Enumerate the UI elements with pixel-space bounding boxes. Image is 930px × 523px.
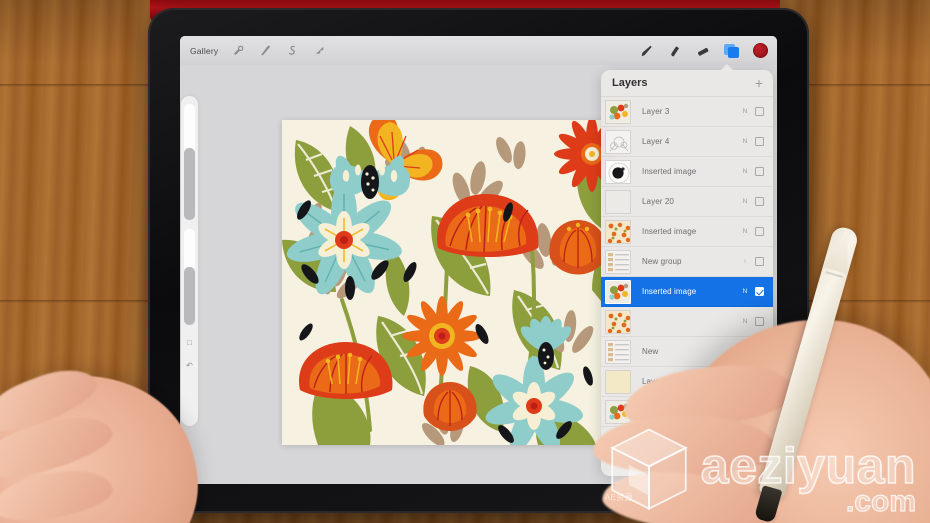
layer-visibility-checkbox[interactable]: [755, 257, 764, 266]
page-title: Layers: [612, 77, 648, 89]
panel-caret: [720, 64, 734, 71]
layer-row[interactable]: Inserted image N: [601, 217, 773, 247]
brush-icon[interactable]: [640, 44, 654, 58]
desk-scene: Gallery □ ↶ Layers + Layer 3 N Layer 4 N…: [0, 0, 930, 523]
blend-mode-label[interactable]: N: [738, 198, 752, 205]
layer-name: Layer 3: [642, 107, 670, 116]
layer-thumbnail[interactable]: [605, 129, 631, 154]
layer-thumbnail[interactable]: [605, 279, 631, 304]
layer-row[interactable]: Layer 4 N: [601, 127, 773, 157]
layer-thumbnail[interactable]: [605, 309, 631, 334]
layer-thumbnail[interactable]: [605, 399, 631, 424]
selection-icon[interactable]: [259, 44, 272, 57]
smudge-icon[interactable]: [668, 44, 682, 58]
layer-row[interactable]: Inserted image N: [601, 157, 773, 187]
layer-thumbnail[interactable]: [605, 249, 631, 274]
tablet-screen: Gallery □ ↶ Layers + Layer 3 N Layer 4 N…: [180, 36, 777, 484]
layer-name: Inserted image: [642, 227, 697, 236]
layers-icon[interactable]: [724, 43, 739, 58]
group-disclosure-icon[interactable]: ›: [738, 258, 752, 265]
layer-name: New: [642, 347, 659, 356]
app-toolbar: Gallery: [180, 36, 777, 65]
floral-artwork: [282, 120, 616, 445]
blend-mode-label[interactable]: N: [738, 378, 752, 385]
layer-thumbnail[interactable]: [605, 369, 631, 394]
layer-thumbnail[interactable]: [605, 159, 631, 184]
blend-mode-label[interactable]: N: [738, 228, 752, 235]
layer-row[interactable]: New N: [601, 337, 773, 367]
layer-visibility-checkbox[interactable]: [755, 287, 764, 296]
layer-visibility-checkbox[interactable]: [755, 317, 764, 326]
layer-visibility-checkbox[interactable]: [755, 347, 764, 356]
layer-thumbnail[interactable]: [605, 99, 631, 124]
layer-row[interactable]: Layer 20 N: [601, 187, 773, 217]
layer-thumbnail[interactable]: [605, 189, 631, 214]
blend-mode-label[interactable]: N: [738, 318, 752, 325]
layer-visibility-checkbox[interactable]: [755, 107, 764, 116]
brush-size-slider[interactable]: [184, 104, 195, 220]
layer-row[interactable]: Layer 5 N: [601, 367, 773, 397]
brush-opacity-slider[interactable]: [184, 229, 195, 325]
layer-name: Inserted image: [642, 167, 697, 176]
layer-name: Layer 5: [642, 377, 670, 386]
layer-name: Layer 2: [642, 407, 670, 416]
layer-visibility-checkbox[interactable]: [755, 407, 764, 416]
undo-button[interactable]: ↶: [184, 359, 196, 371]
add-layer-button[interactable]: +: [755, 76, 763, 90]
layer-visibility-checkbox[interactable]: [755, 167, 764, 176]
layers-panel-header: Layers +: [601, 70, 773, 97]
gallery-button[interactable]: Gallery: [190, 46, 218, 56]
eraser-icon[interactable]: [696, 44, 710, 58]
layer-row[interactable]: Layer 2 N: [601, 397, 773, 427]
move-icon[interactable]: [313, 44, 326, 57]
layer-visibility-checkbox[interactable]: [755, 197, 764, 206]
layer-name: New group: [642, 257, 682, 266]
brush-sidebar: □ ↶: [181, 96, 198, 426]
toolbar-right-group: [640, 36, 768, 65]
color-swatch[interactable]: [753, 43, 768, 58]
tablet-device: Gallery □ ↶ Layers + Layer 3 N Layer 4 N…: [148, 8, 809, 513]
layers-panel: Layers + Layer 3 N Layer 4 N Inserted image N…: [601, 70, 773, 476]
layer-thumbnail[interactable]: [605, 339, 631, 364]
layer-visibility-checkbox[interactable]: [755, 137, 764, 146]
layer-visibility-checkbox[interactable]: [755, 377, 764, 386]
layer-row[interactable]: Layer 3 N: [601, 97, 773, 127]
layer-name: Layer 20: [642, 197, 674, 206]
drawing-canvas[interactable]: [282, 120, 616, 445]
modify-button[interactable]: □: [184, 336, 196, 348]
adjustments-icon[interactable]: [232, 44, 245, 57]
layer-name: Inserted image: [642, 287, 697, 296]
layer-thumbnail[interactable]: [605, 219, 631, 244]
layer-row[interactable]: N: [601, 307, 773, 337]
blend-mode-label[interactable]: N: [738, 108, 752, 115]
blend-mode-label[interactable]: N: [738, 288, 752, 295]
toolbar-left-group: Gallery: [180, 44, 326, 57]
layer-name: Layer 4: [642, 137, 670, 146]
blend-mode-label[interactable]: N: [738, 408, 752, 415]
layer-row[interactable]: New group ›: [601, 247, 773, 277]
transform-icon[interactable]: [286, 44, 299, 57]
blend-mode-label[interactable]: N: [738, 348, 752, 355]
layer-row[interactable]: Inserted image N: [601, 277, 773, 307]
blend-mode-label[interactable]: N: [738, 138, 752, 145]
layer-list[interactable]: Layer 3 N Layer 4 N Inserted image N Layer 20 N…: [601, 97, 773, 427]
blend-mode-label[interactable]: N: [738, 168, 752, 175]
layer-visibility-checkbox[interactable]: [755, 227, 764, 236]
